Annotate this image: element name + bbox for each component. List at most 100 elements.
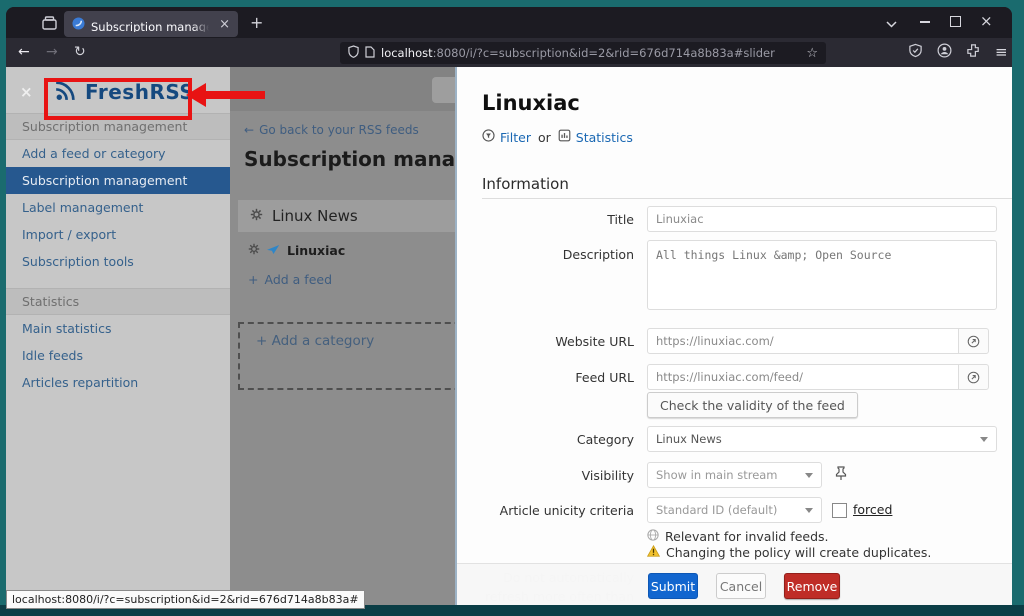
annotation-arrow-shaft [204, 91, 265, 99]
chevron-down-icon [805, 507, 813, 513]
add-category-dropzone[interactable]: + Add a category [238, 322, 455, 390]
sidebar-close-icon[interactable]: × [20, 83, 33, 101]
sidebar-item-import-export[interactable]: Import / export [6, 221, 230, 248]
tab-favicon [72, 15, 85, 34]
statistics-link[interactable]: Statistics [576, 130, 633, 145]
screen: Subscription management × + × ← → ↻ [0, 0, 1024, 616]
topbar-button[interactable] [432, 77, 455, 103]
open-website-button[interactable] [958, 328, 989, 354]
back-arrow-icon: ← [244, 123, 255, 137]
feed-name: Linuxiac [287, 243, 346, 258]
annotation-arrow [186, 83, 206, 107]
feed-tree-column: ← Go back to your RSS feeds Subscription… [230, 67, 455, 605]
plus-icon: + [248, 272, 259, 287]
website-url-input[interactable] [647, 328, 959, 354]
url-bar[interactable]: localhost:8080/i/?c=subscription&id=2&ri… [340, 42, 826, 64]
filter-link[interactable]: Filter [500, 130, 531, 145]
feed-tree-title: Subscription management [244, 147, 455, 171]
section-divider [482, 198, 1012, 199]
forced-checkbox[interactable] [832, 503, 847, 518]
visibility-select[interactable]: Show in main stream [647, 462, 822, 488]
visibility-label: Visibility [581, 468, 634, 483]
check-validity-button[interactable]: Check the validity of the feed [647, 392, 858, 418]
remove-button[interactable]: Remove [784, 573, 840, 599]
maximize-button[interactable] [950, 16, 961, 27]
category-label: Category [576, 432, 634, 447]
minimize-button[interactable] [920, 13, 930, 23]
back-button[interactable]: ← [18, 43, 30, 61]
sidebar-item-label-management[interactable]: Label management [6, 194, 230, 221]
category-select[interactable]: Linux News [647, 426, 997, 452]
tracking-protection-badge-icon[interactable] [908, 43, 923, 62]
tab-list-chevron-icon[interactable] [886, 18, 897, 32]
open-feed-button[interactable] [958, 364, 989, 390]
sidebar-item-idle-feeds[interactable]: Idle feeds [6, 342, 230, 369]
panel-sublinks: Filter or Statistics [482, 129, 633, 145]
warning-note: Changing the policy will create duplicat… [646, 544, 931, 560]
account-icon[interactable] [937, 43, 952, 62]
firefox-view-icon[interactable] [42, 15, 57, 34]
submit-button[interactable]: Submit [648, 573, 698, 599]
annotation-highlight-box [44, 78, 192, 120]
forward-button[interactable]: → [46, 43, 58, 61]
category-row[interactable]: Linux News [238, 200, 455, 232]
plus-icon: + [256, 333, 268, 349]
chevron-down-icon [805, 472, 813, 478]
tab-title: Subscription management [91, 16, 209, 32]
reload-button[interactable]: ↻ [74, 43, 86, 61]
title-label: Title [607, 212, 634, 227]
status-bar-url: localhost:8080/i/?c=subscription&id=2&ri… [6, 590, 365, 609]
bookmark-star-icon[interactable]: ☆ [806, 46, 818, 61]
sidebar-item-main-statistics[interactable]: Main statistics [6, 315, 230, 342]
filter-icon [482, 129, 495, 145]
information-section-title: Information [482, 175, 569, 193]
linuxiac-favicon [267, 243, 280, 258]
pin-icon [835, 466, 847, 485]
feed-edit-panel: Linuxiac Filter or Statistics Informatio… [455, 67, 1012, 605]
feed-url-label: Feed URL [575, 370, 634, 385]
website-url-label: Website URL [555, 334, 634, 349]
unicity-select[interactable]: Standard ID (default) [647, 497, 822, 523]
sidebar-header-statistics: Statistics [6, 288, 230, 315]
gear-icon[interactable] [250, 207, 263, 225]
cancel-button[interactable]: Cancel [716, 573, 766, 599]
sidebar-item-subscription-management[interactable]: Subscription management [6, 167, 230, 194]
shield-icon[interactable] [348, 45, 359, 61]
feed-row[interactable]: Linuxiac [248, 243, 345, 258]
window-close-button[interactable]: × [980, 14, 993, 29]
menu-icon[interactable]: ≡ [995, 45, 1008, 60]
form-action-bar: Submit Cancel Remove [457, 563, 1012, 605]
description-label: Description [562, 247, 634, 262]
sidebar-item-subscription-tools[interactable]: Subscription tools [6, 248, 230, 275]
sidebar-item-articles-repartition[interactable]: Articles repartition [6, 369, 230, 396]
warning-icon [646, 544, 661, 560]
gear-icon[interactable] [248, 243, 260, 258]
add-feed-link[interactable]: + Add a feed [248, 272, 332, 287]
toolbar-icons: ≡ [908, 43, 1008, 62]
panel-title: Linuxiac [482, 91, 580, 115]
tab-close-icon[interactable]: × [219, 18, 230, 31]
title-input[interactable] [647, 206, 997, 232]
feed-tree-topbar [230, 67, 455, 111]
sidebar-item-add-feed-or-category[interactable]: Add a feed or category [6, 140, 230, 167]
statistics-icon [558, 129, 571, 145]
url-text: localhost:8080/i/?c=subscription&id=2&ri… [381, 46, 775, 60]
forced-label[interactable]: forced [853, 502, 892, 517]
extensions-icon[interactable] [966, 43, 981, 62]
freshrss-sidebar: × FreshRSS Subscription management Add a… [6, 67, 230, 605]
open-link-icon [967, 335, 980, 347]
feed-url-input[interactable] [647, 364, 959, 390]
page-content: × FreshRSS Subscription management Add a… [6, 67, 1012, 605]
tab-bar: Subscription management × + × [6, 7, 1012, 38]
tab-title-fade [193, 16, 209, 32]
go-back-link[interactable]: ← Go back to your RSS feeds [244, 123, 419, 137]
open-link-icon [967, 371, 980, 383]
new-tab-button[interactable]: + [250, 12, 263, 34]
page-info-icon[interactable] [365, 45, 375, 61]
browser-tab[interactable]: Subscription management × [64, 11, 238, 37]
category-name: Linux News [272, 207, 358, 225]
info-note: Relevant for invalid feeds. [647, 529, 829, 544]
description-textarea[interactable]: All things Linux &amp; Open Source [647, 240, 997, 310]
info-icon [647, 529, 659, 544]
unicity-label: Article unicity criteria [499, 503, 634, 518]
